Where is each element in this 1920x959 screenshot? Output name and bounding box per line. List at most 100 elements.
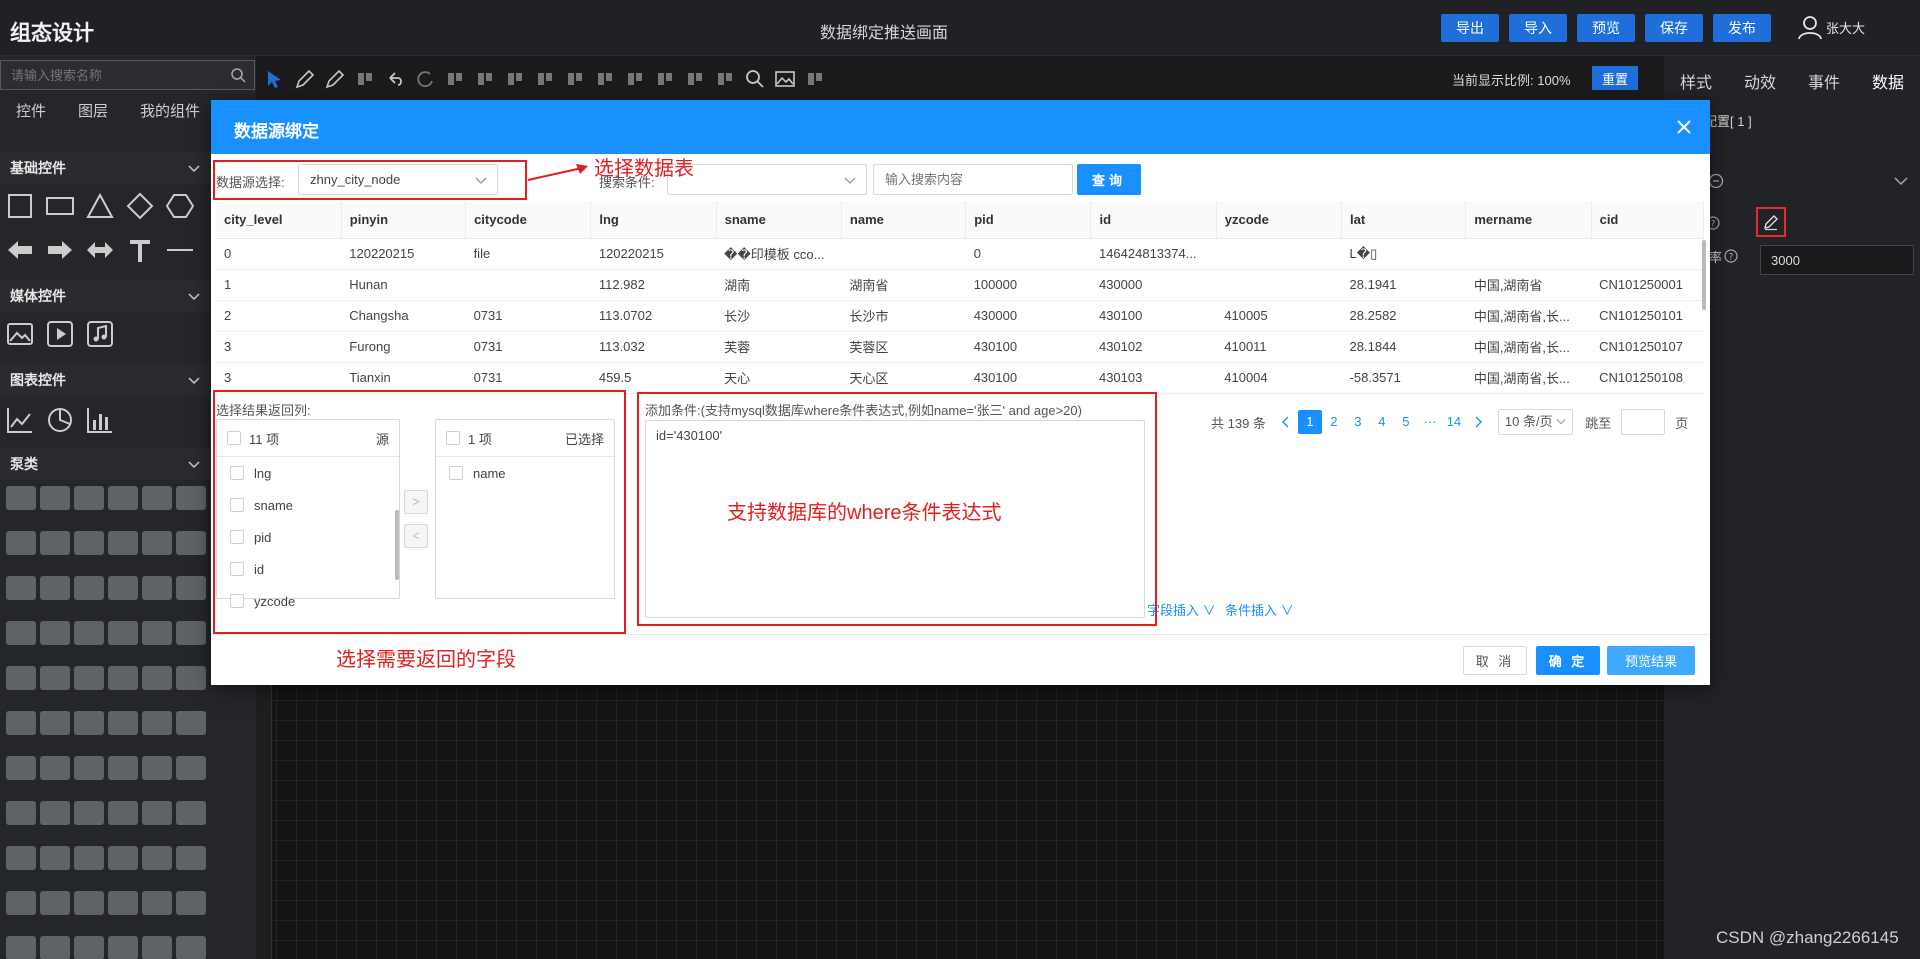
pump-component-icon[interactable] <box>74 576 104 600</box>
save-button[interactable]: 保存 <box>1645 14 1703 42</box>
pump-component-icon[interactable] <box>6 621 36 645</box>
pump-component-icon[interactable] <box>108 846 138 870</box>
column-header[interactable]: pid <box>965 201 1092 239</box>
rectangle-icon[interactable] <box>46 192 74 220</box>
tab-controls[interactable]: 控件 <box>0 96 62 128</box>
pump-component-icon[interactable] <box>40 576 70 600</box>
select-tool-icon[interactable] <box>264 68 286 90</box>
distribute-v-icon[interactable] <box>714 68 736 90</box>
triangle-icon[interactable] <box>86 192 114 220</box>
pump-component-icon[interactable] <box>108 666 138 690</box>
table-scrollbar[interactable] <box>1702 240 1706 310</box>
pump-component-icon[interactable] <box>6 801 36 825</box>
collapse-icon[interactable] <box>1708 173 1724 189</box>
pump-component-icon[interactable] <box>176 576 206 600</box>
pump-component-icon[interactable] <box>40 531 70 555</box>
pump-component-icon[interactable] <box>176 711 206 735</box>
pump-component-icon[interactable] <box>108 711 138 735</box>
undo-icon[interactable] <box>384 68 406 90</box>
pump-component-icon[interactable] <box>142 756 172 780</box>
next-page-icon[interactable] <box>1470 414 1486 430</box>
field-insert-dropdown[interactable]: 字段插入 ∨ <box>1147 600 1216 619</box>
pump-component-icon[interactable] <box>6 666 36 690</box>
pump-component-icon[interactable] <box>108 531 138 555</box>
pump-component-icon[interactable] <box>74 666 104 690</box>
pie-chart-icon[interactable] <box>46 406 74 434</box>
align-left-icon[interactable] <box>594 68 616 90</box>
import-button[interactable]: 导入 <box>1509 14 1567 42</box>
pump-component-icon[interactable] <box>142 801 172 825</box>
diamond-icon[interactable] <box>126 192 154 220</box>
pump-component-icon[interactable] <box>6 846 36 870</box>
search-icon[interactable] <box>230 67 246 83</box>
page-number[interactable]: 3 <box>1346 410 1370 434</box>
category-pump[interactable]: 泵类 <box>0 448 210 480</box>
prev-page-icon[interactable] <box>1278 414 1294 430</box>
pump-component-icon[interactable] <box>74 711 104 735</box>
pump-component-icon[interactable] <box>142 891 172 915</box>
page-size-select[interactable]: 10 条/页 <box>1497 409 1574 435</box>
pump-component-icon[interactable] <box>74 621 104 645</box>
pump-component-icon[interactable] <box>74 486 104 510</box>
pump-component-icon[interactable] <box>6 531 36 555</box>
ungroup-icon[interactable] <box>474 68 496 90</box>
picture-icon[interactable] <box>774 68 796 90</box>
pump-component-icon[interactable] <box>176 666 206 690</box>
double-arrow-icon[interactable] <box>86 236 114 264</box>
user-menu[interactable]: 张大大 <box>1797 14 1865 40</box>
pump-component-icon[interactable] <box>142 531 172 555</box>
pump-component-icon[interactable] <box>6 486 36 510</box>
pump-component-icon[interactable] <box>40 756 70 780</box>
pump-component-icon[interactable] <box>74 846 104 870</box>
tab-data[interactable]: 数据 <box>1856 66 1920 102</box>
table-row[interactable]: 2 Changsha 0731 113.0702 长沙 长沙市 430000 430100 41… <box>216 300 1704 332</box>
condition-insert-dropdown[interactable]: 条件插入 ∨ <box>1225 600 1294 619</box>
pump-component-icon[interactable] <box>74 531 104 555</box>
column-header[interactable]: citycode <box>465 201 592 239</box>
tab-style[interactable]: 样式 <box>1664 66 1728 102</box>
page-number[interactable]: 14 <box>1442 410 1466 434</box>
export-button[interactable]: 导出 <box>1441 14 1499 42</box>
pump-component-icon[interactable] <box>142 576 172 600</box>
align-top-icon[interactable] <box>504 68 526 90</box>
query-button[interactable]: 查询 <box>1077 164 1141 195</box>
column-header[interactable]: lat <box>1341 201 1467 239</box>
close-icon[interactable] <box>1672 115 1696 139</box>
design-canvas[interactable] <box>256 680 1664 959</box>
pen-tool-icon[interactable] <box>294 68 316 90</box>
line-chart-icon[interactable] <box>6 406 34 434</box>
category-media[interactable]: 媒体控件 <box>0 280 210 312</box>
column-header[interactable]: cid <box>1591 201 1705 239</box>
pump-component-icon[interactable] <box>108 756 138 780</box>
tab-my-components[interactable]: 我的组件 <box>124 96 216 128</box>
pump-component-icon[interactable] <box>6 576 36 600</box>
arrow-right-icon[interactable] <box>46 236 74 264</box>
column-header[interactable]: lng <box>590 201 717 239</box>
edit-icon[interactable] <box>1756 207 1786 237</box>
pump-component-icon[interactable] <box>108 621 138 645</box>
pump-component-icon[interactable] <box>108 486 138 510</box>
pump-component-icon[interactable] <box>142 936 172 959</box>
pump-component-icon[interactable] <box>176 756 206 780</box>
pump-component-icon[interactable] <box>6 756 36 780</box>
category-chart[interactable]: 图表控件 <box>0 364 210 396</box>
connector-tool-icon[interactable] <box>354 68 376 90</box>
pump-component-icon[interactable] <box>142 621 172 645</box>
align-right-icon[interactable] <box>654 68 676 90</box>
pump-component-icon[interactable] <box>176 891 206 915</box>
page-number[interactable]: 2 <box>1322 410 1346 434</box>
table-row[interactable]: 3 Furong 0731 113.032 芙蓉 芙蓉区 430100 430102 41001… <box>216 331 1704 363</box>
page-number[interactable]: 5 <box>1394 410 1418 434</box>
page-number[interactable]: 4 <box>1370 410 1394 434</box>
pump-component-icon[interactable] <box>176 801 206 825</box>
pump-component-icon[interactable] <box>40 666 70 690</box>
pump-component-icon[interactable] <box>6 936 36 959</box>
jump-page-input[interactable] <box>1621 409 1666 435</box>
pump-component-icon[interactable] <box>176 936 206 959</box>
pump-component-icon[interactable] <box>108 936 138 959</box>
audio-icon[interactable] <box>86 320 114 348</box>
distribute-h-icon[interactable] <box>684 68 706 90</box>
pump-component-icon[interactable] <box>108 801 138 825</box>
group-icon[interactable] <box>444 68 466 90</box>
pencil-tool-icon[interactable] <box>324 68 346 90</box>
